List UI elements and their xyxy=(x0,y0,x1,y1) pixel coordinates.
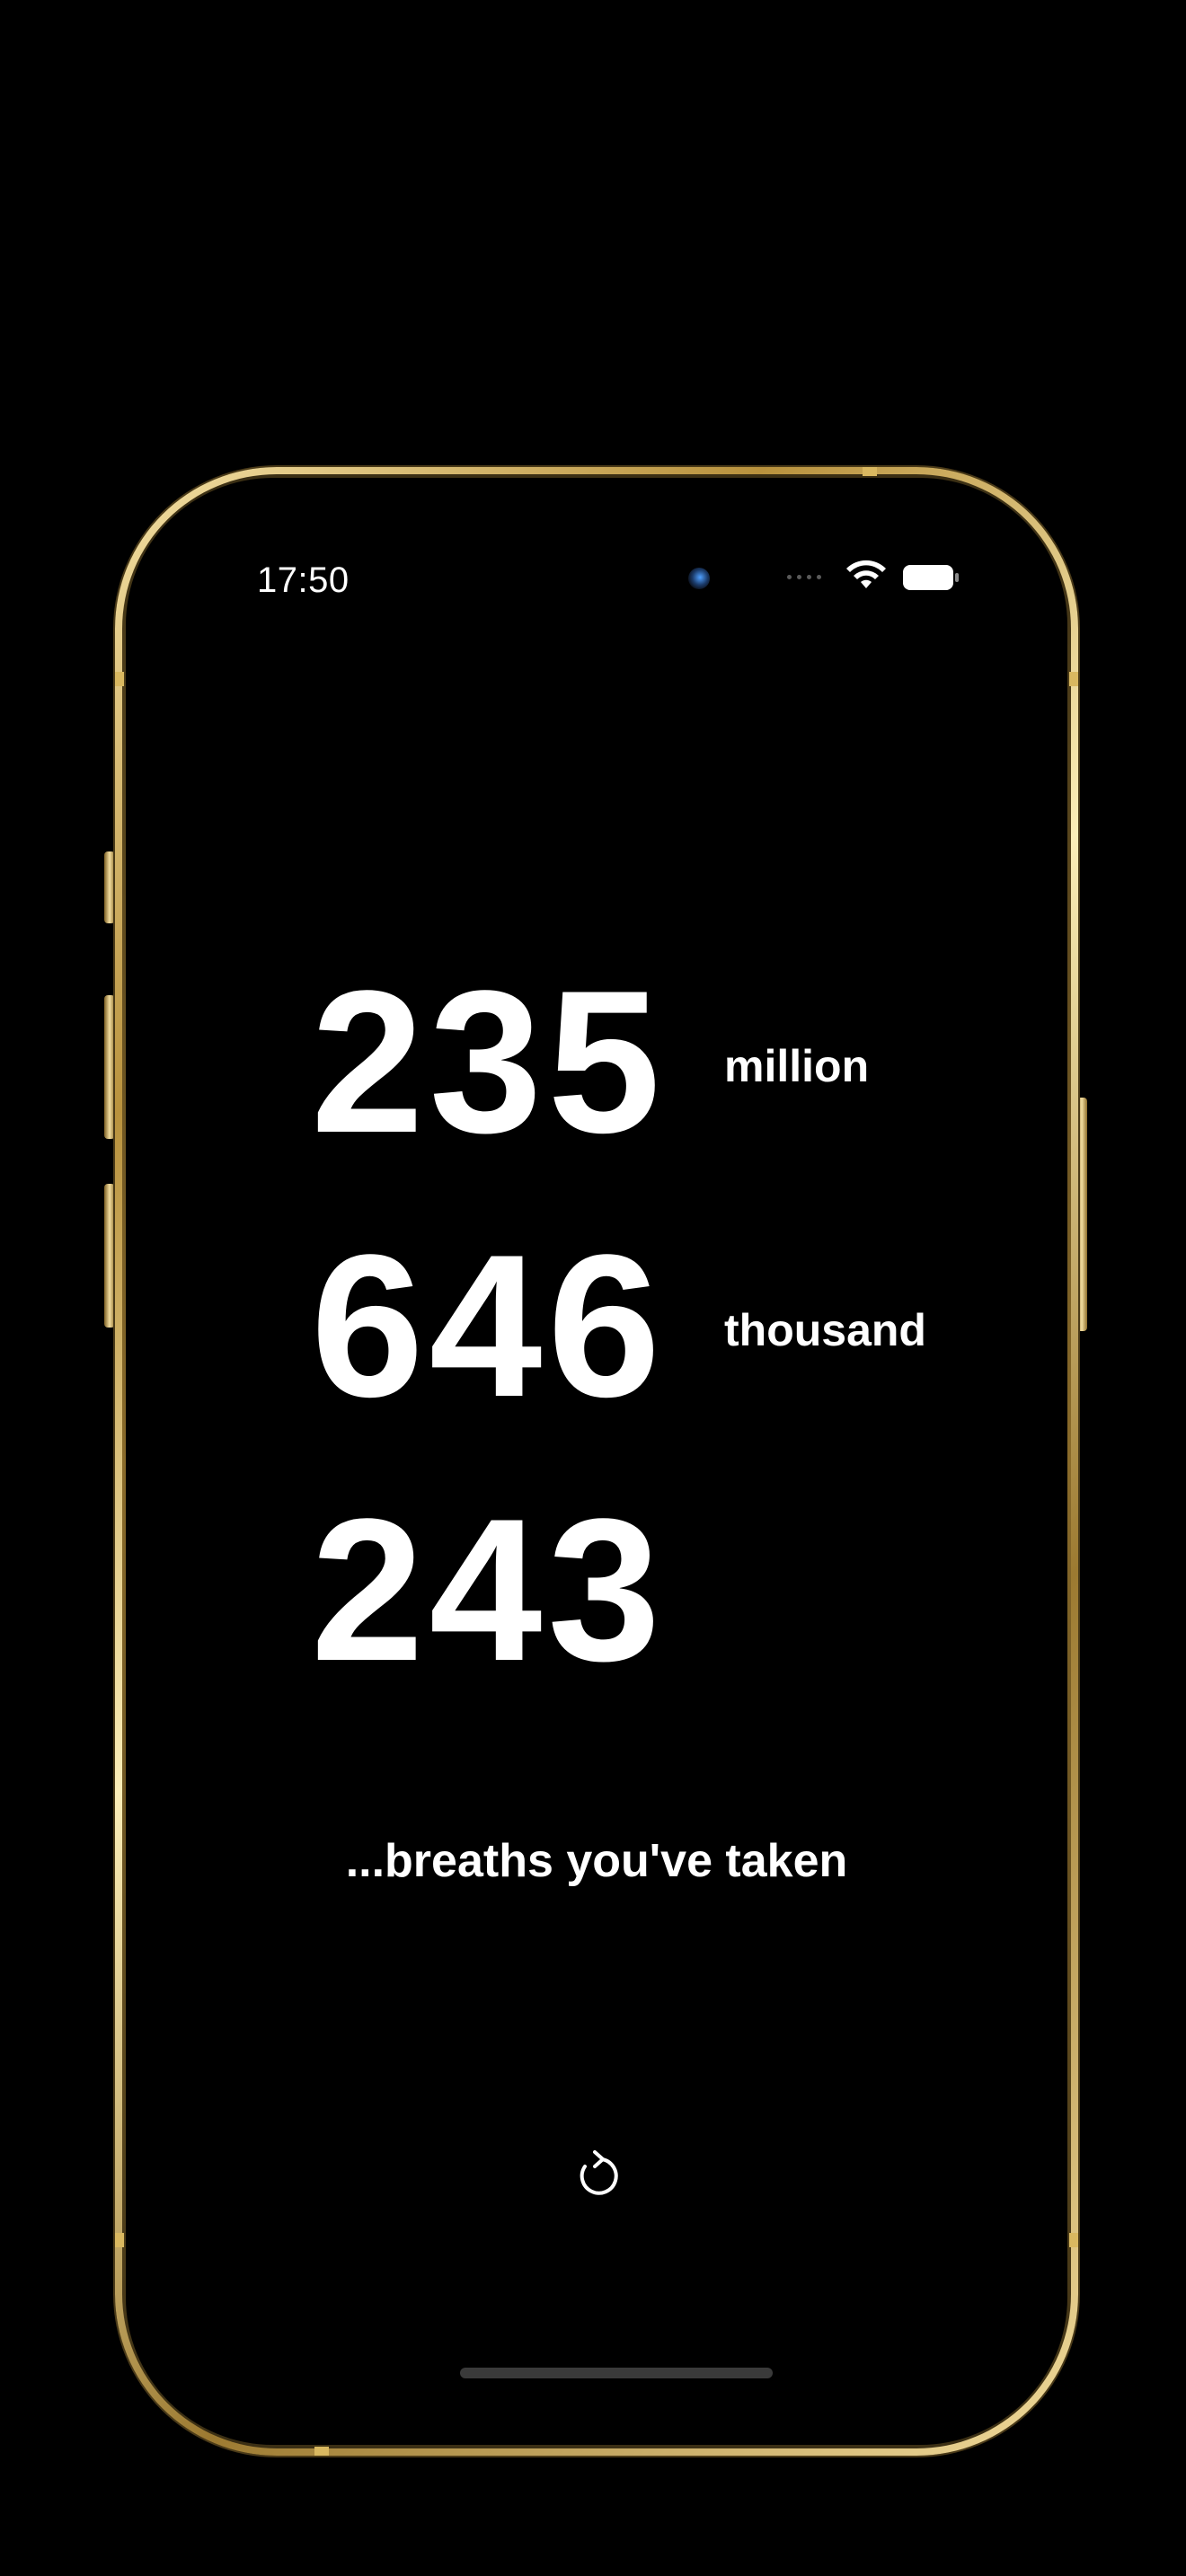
wifi-icon xyxy=(846,560,886,588)
cellular-signal-icon xyxy=(787,575,821,579)
antenna-band xyxy=(314,2447,329,2456)
status-time: 17:50 xyxy=(257,560,350,600)
action-button xyxy=(104,851,115,923)
counter-row-units: 243 xyxy=(311,1476,1030,1703)
front-camera-icon xyxy=(688,568,710,589)
millions-value: 235 xyxy=(311,948,667,1175)
antenna-band xyxy=(115,2233,124,2247)
antenna-band xyxy=(115,672,124,686)
thousands-value: 646 xyxy=(311,1212,667,1439)
battery-icon xyxy=(903,565,959,590)
home-indicator[interactable] xyxy=(460,2368,773,2378)
volume-up-button xyxy=(104,995,115,1139)
antenna-band xyxy=(1069,2233,1078,2247)
phone-screen: 17:50 235 million 646 thousand 243 ...br… xyxy=(126,478,1067,2445)
units-value: 243 xyxy=(311,1476,667,1703)
refresh-icon xyxy=(580,2150,618,2195)
refresh-button[interactable] xyxy=(568,2145,625,2202)
thousands-label: thousand xyxy=(724,1305,926,1355)
millions-label: million xyxy=(724,1041,870,1091)
antenna-band xyxy=(1069,672,1078,686)
volume-down-button xyxy=(104,1184,115,1328)
antenna-band xyxy=(863,467,877,476)
phone-frame: 17:50 235 million 646 thousand 243 ...br… xyxy=(115,467,1078,2456)
counter-row-millions: 235 million xyxy=(311,948,1030,1175)
counter-row-thousands: 646 thousand xyxy=(311,1212,1030,1439)
caption-text: ...breaths you've taken xyxy=(345,1835,848,1887)
